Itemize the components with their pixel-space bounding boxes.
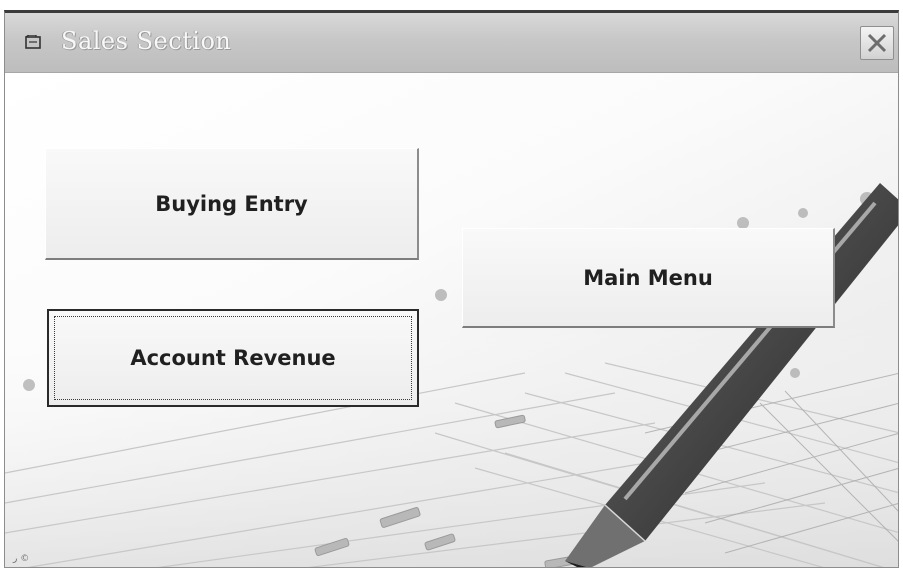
buying-entry-label: Buying Entry bbox=[155, 192, 308, 216]
window-icon bbox=[25, 34, 41, 49]
account-revenue-button[interactable]: Account Revenue bbox=[47, 309, 419, 407]
main-menu-label: Main Menu bbox=[583, 266, 713, 290]
main-menu-button[interactable]: Main Menu bbox=[462, 228, 835, 328]
window-title: Sales Section bbox=[61, 27, 232, 55]
title-bar[interactable]: Sales Section bbox=[5, 13, 898, 73]
form-client-area: Buying Entry Account Revenue Main Menu ر… bbox=[5, 73, 898, 567]
sales-section-window: Sales Section Buying Entry Account Reven… bbox=[4, 10, 899, 568]
account-revenue-label: Account Revenue bbox=[130, 346, 336, 370]
buying-entry-button[interactable]: Buying Entry bbox=[45, 148, 419, 260]
close-button[interactable] bbox=[860, 26, 894, 60]
corner-text: ر © bbox=[13, 554, 30, 564]
